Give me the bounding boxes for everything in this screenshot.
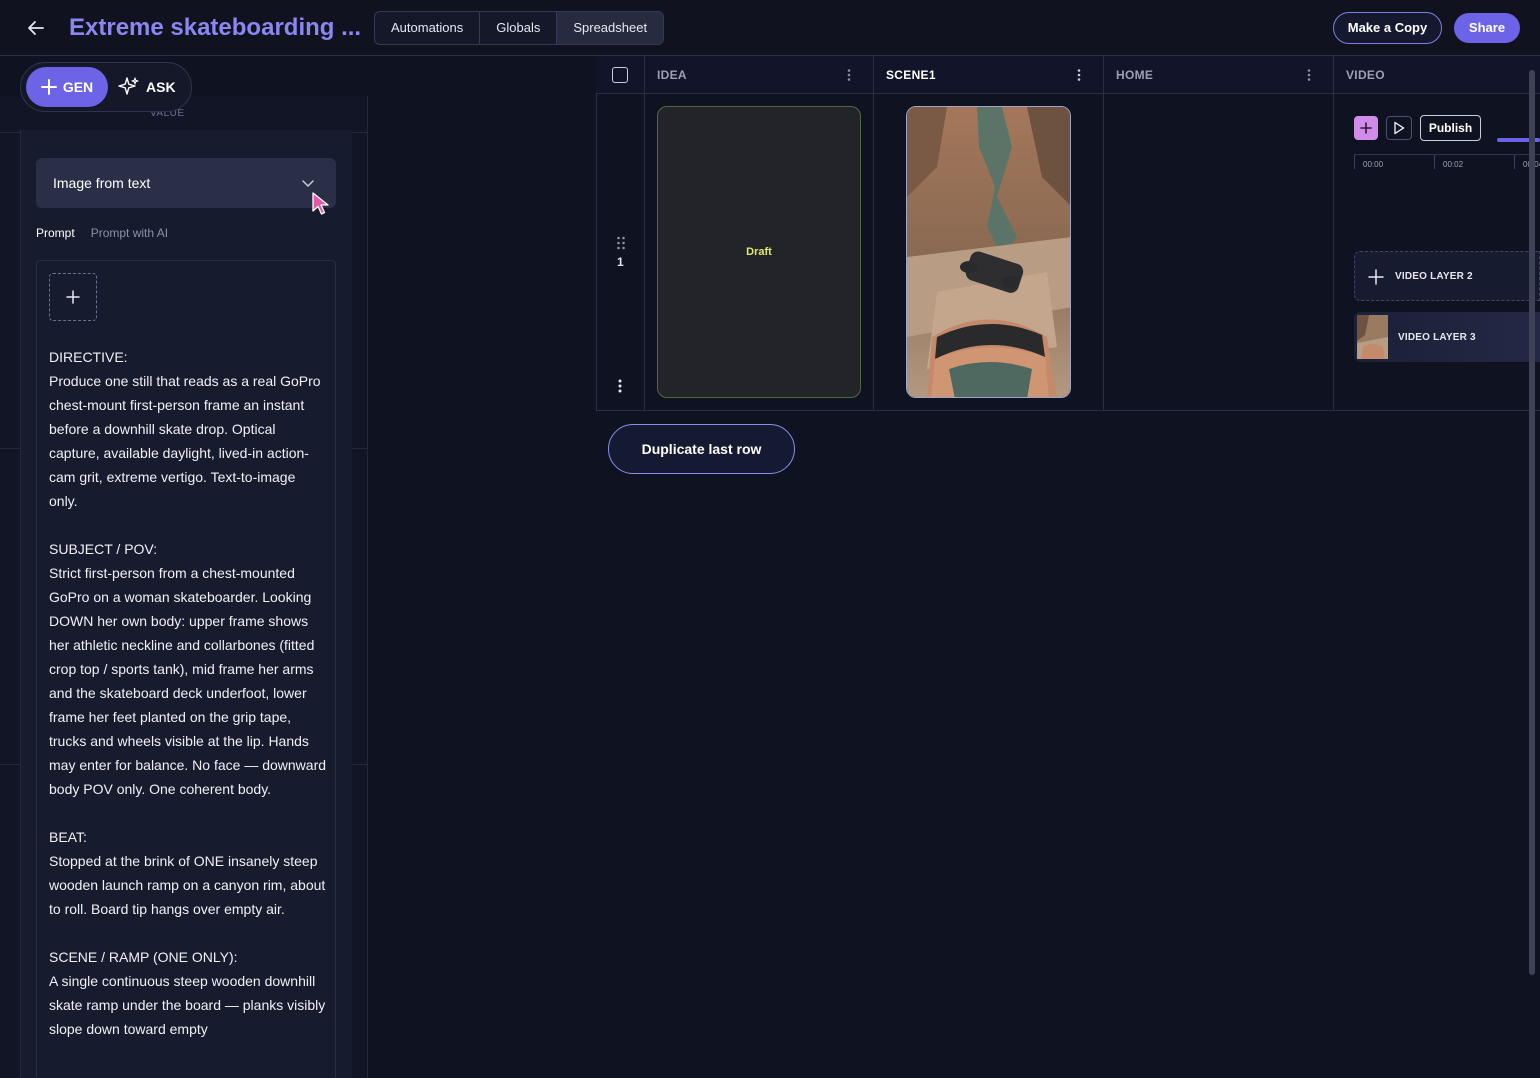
column-header-idea[interactable]: IDEA: [645, 56, 874, 94]
video-timeline[interactable]: 00:00 00:02 00:04: [1354, 154, 1540, 172]
column-name: IDEA: [657, 68, 687, 82]
column-header-video[interactable]: VIDEO: [1334, 56, 1540, 94]
video-layer-3[interactable]: VIDEO LAYER 3: [1354, 312, 1540, 362]
prompt-tabs: Prompt Prompt with AI: [36, 226, 168, 240]
timeline-tick: [1514, 155, 1515, 169]
top-bar: Extreme skateboarding ... Automations Gl…: [0, 0, 1540, 56]
plus-icon: [1368, 269, 1384, 285]
plus-icon: [66, 290, 80, 304]
row-number: 1: [617, 255, 624, 269]
timeline-label: 00:02: [1443, 160, 1464, 169]
column-name: SCENE1: [886, 68, 936, 82]
play-button[interactable]: [1386, 116, 1412, 140]
prompt-text[interactable]: DIRECTIVE: Produce one still that reads …: [49, 345, 327, 1078]
timeline-label: 00:00: [1363, 160, 1384, 169]
vertical-scrollbar[interactable]: [1529, 70, 1535, 975]
arrow-left-icon: [28, 21, 44, 35]
timeline-tick: [1434, 155, 1435, 169]
vertical-dots-icon[interactable]: [846, 68, 852, 82]
column-name: VIDEO: [1346, 68, 1385, 82]
make-copy-button[interactable]: Make a Copy: [1333, 12, 1442, 44]
column-header-scene1[interactable]: SCENE1: [874, 56, 1104, 94]
video-layer-2[interactable]: VIDEO LAYER 2: [1354, 251, 1540, 301]
column-name: HOME: [1116, 68, 1154, 82]
vertical-dots-icon[interactable]: [1306, 68, 1312, 82]
project-title[interactable]: Extreme skateboarding ...: [69, 14, 361, 42]
select-all-checkbox[interactable]: [612, 67, 628, 83]
idea-draft-card[interactable]: Draft: [657, 106, 861, 398]
tab-prompt-with-ai[interactable]: Prompt with AI: [91, 226, 168, 240]
layer-thumbnail: [1357, 315, 1388, 359]
gen-label: GEN: [62, 79, 94, 95]
timeline-tick: [1354, 155, 1355, 169]
drag-handle-icon[interactable]: [616, 236, 626, 250]
plus-icon: [1360, 122, 1372, 134]
home-cell: [1104, 94, 1334, 411]
gen-mode-button[interactable]: GEN: [26, 67, 108, 107]
layer-name: VIDEO LAYER 3: [1398, 332, 1476, 343]
ask-label: ASK: [146, 79, 176, 95]
generator-type-select[interactable]: Image from text: [36, 158, 336, 208]
skateboard-pov-image: [907, 107, 1070, 397]
view-tabs: Automations Globals Spreadsheet: [374, 11, 665, 45]
layer-name: VIDEO LAYER 2: [1395, 271, 1473, 282]
mouse-cursor-icon: [312, 192, 329, 215]
back-button[interactable]: [22, 14, 50, 42]
add-reference-image-button[interactable]: [49, 273, 97, 321]
draft-status-label: Draft: [746, 246, 772, 258]
add-clip-button[interactable]: [1354, 116, 1378, 140]
vertical-dots-icon[interactable]: [1076, 68, 1082, 82]
chevron-down-icon: [302, 180, 314, 187]
tab-spreadsheet[interactable]: Spreadsheet: [557, 12, 664, 44]
column-header-home[interactable]: HOME: [1104, 56, 1334, 94]
tab-automations[interactable]: Automations: [375, 12, 481, 44]
play-icon: [1394, 121, 1405, 135]
duplicate-last-row-button[interactable]: Duplicate last row: [608, 424, 795, 474]
share-button[interactable]: Share: [1454, 13, 1520, 43]
ask-mode-button[interactable]: ASK: [118, 72, 176, 102]
vertical-dots-icon[interactable]: [617, 378, 623, 394]
scene1-generated-image[interactable]: [906, 106, 1071, 398]
plus-icon: [40, 79, 57, 95]
tab-globals[interactable]: Globals: [480, 12, 558, 44]
publish-button[interactable]: Publish: [1420, 115, 1481, 141]
sparkle-icon: [118, 77, 139, 95]
tab-prompt[interactable]: Prompt: [36, 226, 75, 240]
row-number-cell: [596, 94, 645, 411]
generator-type-value: Image from text: [53, 175, 151, 191]
